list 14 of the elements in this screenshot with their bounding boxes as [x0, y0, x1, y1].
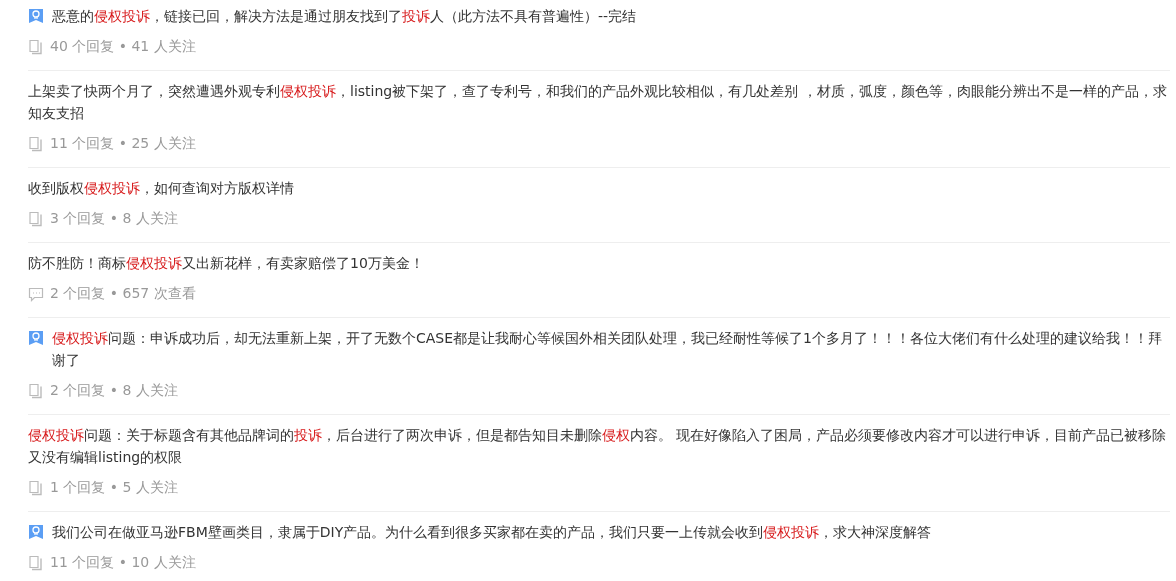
question-stats: 11 个回复 • 10 人关注	[50, 554, 196, 572]
question-title[interactable]: 恶意的侵权投诉，链接已回，解决方法是通过朋友找到了投诉人（此方法不具有普遍性）--完结	[52, 5, 1170, 27]
question-stats: 11 个回复 • 25 人关注	[50, 135, 196, 153]
question-title[interactable]: 上架卖了快两个月了，突然遭遇外观专利侵权投诉，listing被下架了，查了专利号，和我们的产品外观比较相似，有几处差别 ，材质，弧度，颜色等，肉眼能分辨出不是一样的产品，求知友支招	[28, 80, 1170, 124]
question-title[interactable]: 我们公司在做亚马逊FBM壁画类目，隶属于DIY产品。为什么看到很多买家都在卖的产品，我们只要一上传就会收到侵权投诉，求大神深度解答	[52, 521, 1170, 543]
question-stats: 2 个回复 • 657 次查看	[50, 285, 196, 303]
question-title[interactable]: 侵权投诉问题：申诉成功后，却无法重新上架，开了无数个CASE都是让我耐心等候国外相关团队处理，我已经耐性等候了1个多月了！！！各位大佬们有什么处理的建议给我！！拜谢了	[52, 327, 1170, 371]
question-title[interactable]: 收到版权侵权投诉，如何查询对方版权详情	[28, 177, 1170, 199]
question-title[interactable]: 侵权投诉问题：关于标题含有其他品牌词的投诉，后台进行了两次申诉，但是都告知目未删除侵权内容。 现在好像陷入了困局，产品必须要修改内容才可以进行申诉，目前产品已被移除又没有编辑listing的权限	[28, 424, 1170, 468]
question-title[interactable]: 防不胜防！商标侵权投诉又出新花样，有卖家赔偿了10万美金！	[28, 252, 1170, 274]
question-stats: 3 个回复 • 8 人关注	[50, 210, 178, 228]
question-stats: 40 个回复 • 41 人关注	[50, 38, 196, 56]
question-stats: 1 个回复 • 5 人关注	[50, 479, 178, 497]
question-stats: 2 个回复 • 8 人关注	[50, 382, 178, 400]
